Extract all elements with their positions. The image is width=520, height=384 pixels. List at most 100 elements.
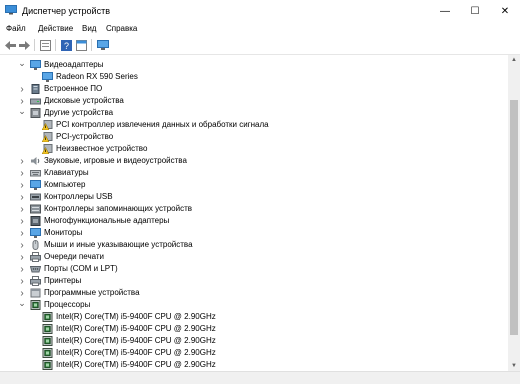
firmware-icon	[30, 84, 41, 94]
storage-controller-icon	[30, 204, 41, 214]
usb-icon	[30, 192, 41, 202]
tree-item-label: Процессоры	[44, 300, 91, 309]
tree-item-label: Порты (COM и LPT)	[44, 264, 118, 273]
tree-item-label: Intel(R) Core(TM) i5-9400F CPU @ 2.90GHz	[56, 336, 216, 345]
chevron-right-icon[interactable]: ›	[18, 179, 26, 191]
device-tree: ⌄ Видеоадаптеры Radeon RX 590 Series › Встро…	[0, 55, 508, 371]
vertical-scrollbar[interactable]: ▲ ▼	[508, 55, 520, 371]
tree-item-label: Intel(R) Core(TM) i5-9400F CPU @ 2.90GHz	[56, 360, 216, 369]
chevron-right-icon[interactable]: ›	[18, 167, 26, 179]
title-bar: Диспетчер устройств — ☐ ✕	[0, 0, 520, 22]
chevron-right-icon[interactable]: ›	[18, 203, 26, 215]
forward-arrow-icon[interactable]	[18, 39, 31, 51]
tree-item[interactable]: › Контроллеры запоминающих устройств	[0, 203, 508, 215]
tree-item[interactable]: ⌄ Другие устройства	[0, 106, 508, 119]
display-adapter-icon	[30, 60, 41, 70]
tree-item-label: Встроенное ПО	[44, 84, 103, 93]
menu-file[interactable]: Файл	[6, 24, 26, 33]
disk-drive-icon	[30, 96, 41, 106]
tree-item-label: PCI-устройство	[56, 132, 114, 141]
tree-item[interactable]: Неизвестное устройство	[0, 143, 508, 155]
tree-item-label: Многофункциональные адаптеры	[44, 216, 170, 225]
tree-item[interactable]: › Принтеры	[0, 275, 508, 287]
scroll-thumb[interactable]	[510, 100, 518, 335]
processor-icon	[42, 312, 53, 322]
tree-item[interactable]: Intel(R) Core(TM) i5-9400F CPU @ 2.90GHz	[0, 359, 508, 371]
mouse-icon	[30, 240, 41, 250]
chevron-right-icon[interactable]: ›	[18, 263, 26, 275]
tree-item[interactable]: Intel(R) Core(TM) i5-9400F CPU @ 2.90GHz	[0, 323, 508, 335]
unknown-device-warning-icon	[41, 120, 53, 131]
properties-panel-icon[interactable]	[75, 39, 88, 51]
menu-bar: Файл Действие Вид Справка	[0, 22, 520, 36]
speaker-icon	[30, 156, 41, 166]
tree-item-label: Звуковые, игровые и видеоустройства	[44, 156, 187, 165]
chevron-right-icon[interactable]: ›	[18, 83, 26, 95]
tree-item-label: Принтеры	[44, 276, 82, 285]
tree-item[interactable]: › Дисковые устройства	[0, 95, 508, 107]
tree-item[interactable]: Radeon RX 590 Series	[0, 71, 508, 83]
chevron-down-icon[interactable]: ⌄	[18, 106, 26, 118]
tree-item-label: Radeon RX 590 Series	[56, 72, 138, 81]
tree-item[interactable]: Intel(R) Core(TM) i5-9400F CPU @ 2.90GHz	[0, 335, 508, 347]
tree-item[interactable]: › Очереди печати	[0, 251, 508, 263]
computer-icon	[30, 180, 41, 190]
tree-item-label: Компьютер	[44, 180, 86, 189]
monitor-scan-icon[interactable]	[96, 39, 109, 51]
printer-icon	[30, 276, 41, 286]
tree-item-label: Контроллеры запоминающих устройств	[44, 204, 192, 213]
tree-item[interactable]: › Многофункциональные адаптеры	[0, 215, 508, 227]
svg-text:?: ?	[64, 41, 69, 51]
tree-item[interactable]: PCI контроллер извлечения данных и обраб…	[0, 119, 508, 131]
chevron-right-icon[interactable]: ›	[18, 251, 26, 263]
tree-item-label: Мыши и иные указывающие устройства	[44, 240, 193, 249]
chevron-right-icon[interactable]: ›	[18, 239, 26, 251]
processor-icon	[42, 336, 53, 346]
print-queue-icon	[30, 252, 41, 262]
tree-item[interactable]: › Мыши и иные указывающие устройства	[0, 239, 508, 251]
chevron-right-icon[interactable]: ›	[18, 191, 26, 203]
chevron-right-icon[interactable]: ›	[18, 215, 26, 227]
tree-item[interactable]: › Контроллеры USB	[0, 191, 508, 203]
minimize-button[interactable]: —	[430, 0, 460, 22]
tree-item[interactable]: Intel(R) Core(TM) i5-9400F CPU @ 2.90GHz	[0, 347, 508, 359]
status-bar	[0, 371, 520, 384]
processor-icon	[42, 324, 53, 334]
maximize-button[interactable]: ☐	[460, 0, 490, 22]
software-device-icon	[30, 288, 41, 298]
other-devices-icon	[30, 108, 41, 118]
help-icon[interactable]: ?	[60, 39, 73, 51]
tree-item[interactable]: Intel(R) Core(TM) i5-9400F CPU @ 2.90GHz	[0, 311, 508, 323]
tree-item[interactable]: › Мониторы	[0, 227, 508, 239]
tree-item-label: Мониторы	[44, 228, 83, 237]
menu-action[interactable]: Действие	[38, 24, 73, 33]
unknown-device-warning-icon	[41, 144, 53, 155]
tree-item-label: Контроллеры USB	[44, 192, 113, 201]
chevron-right-icon[interactable]: ›	[18, 275, 26, 287]
tree-item[interactable]: › Звуковые, игровые и видеоустройства	[0, 155, 508, 167]
properties-icon[interactable]	[39, 39, 52, 51]
toolbar-separator	[91, 39, 92, 51]
menu-view[interactable]: Вид	[82, 24, 96, 33]
tree-item-label: Клавиатуры	[44, 168, 89, 177]
tree-item[interactable]: › Встроенное ПО	[0, 83, 508, 95]
back-arrow-icon[interactable]	[4, 39, 17, 51]
chevron-right-icon[interactable]: ›	[18, 155, 26, 167]
close-button[interactable]: ✕	[490, 0, 520, 22]
tree-item[interactable]: › Клавиатуры	[0, 167, 508, 179]
port-icon	[29, 264, 42, 274]
tree-item[interactable]: › Программные устройства	[0, 287, 508, 299]
window-title: Диспетчер устройств	[22, 6, 110, 16]
scroll-up-arrow[interactable]: ▲	[508, 55, 520, 65]
chevron-down-icon[interactable]: ⌄	[18, 58, 26, 70]
tree-item[interactable]: › Порты (COM и LPT)	[0, 263, 508, 275]
scroll-down-arrow[interactable]: ▼	[508, 361, 520, 371]
chevron-right-icon[interactable]: ›	[18, 227, 26, 239]
processor-icon	[42, 360, 53, 370]
tree-item[interactable]: › Компьютер	[0, 179, 508, 191]
chevron-down-icon[interactable]: ⌄	[18, 298, 26, 310]
tree-item[interactable]: ⌄ Процессоры	[0, 298, 508, 311]
menu-help[interactable]: Справка	[106, 24, 137, 33]
tree-item[interactable]: PCI-устройство	[0, 131, 508, 143]
tree-item[interactable]: ⌄ Видеоадаптеры	[0, 58, 508, 71]
